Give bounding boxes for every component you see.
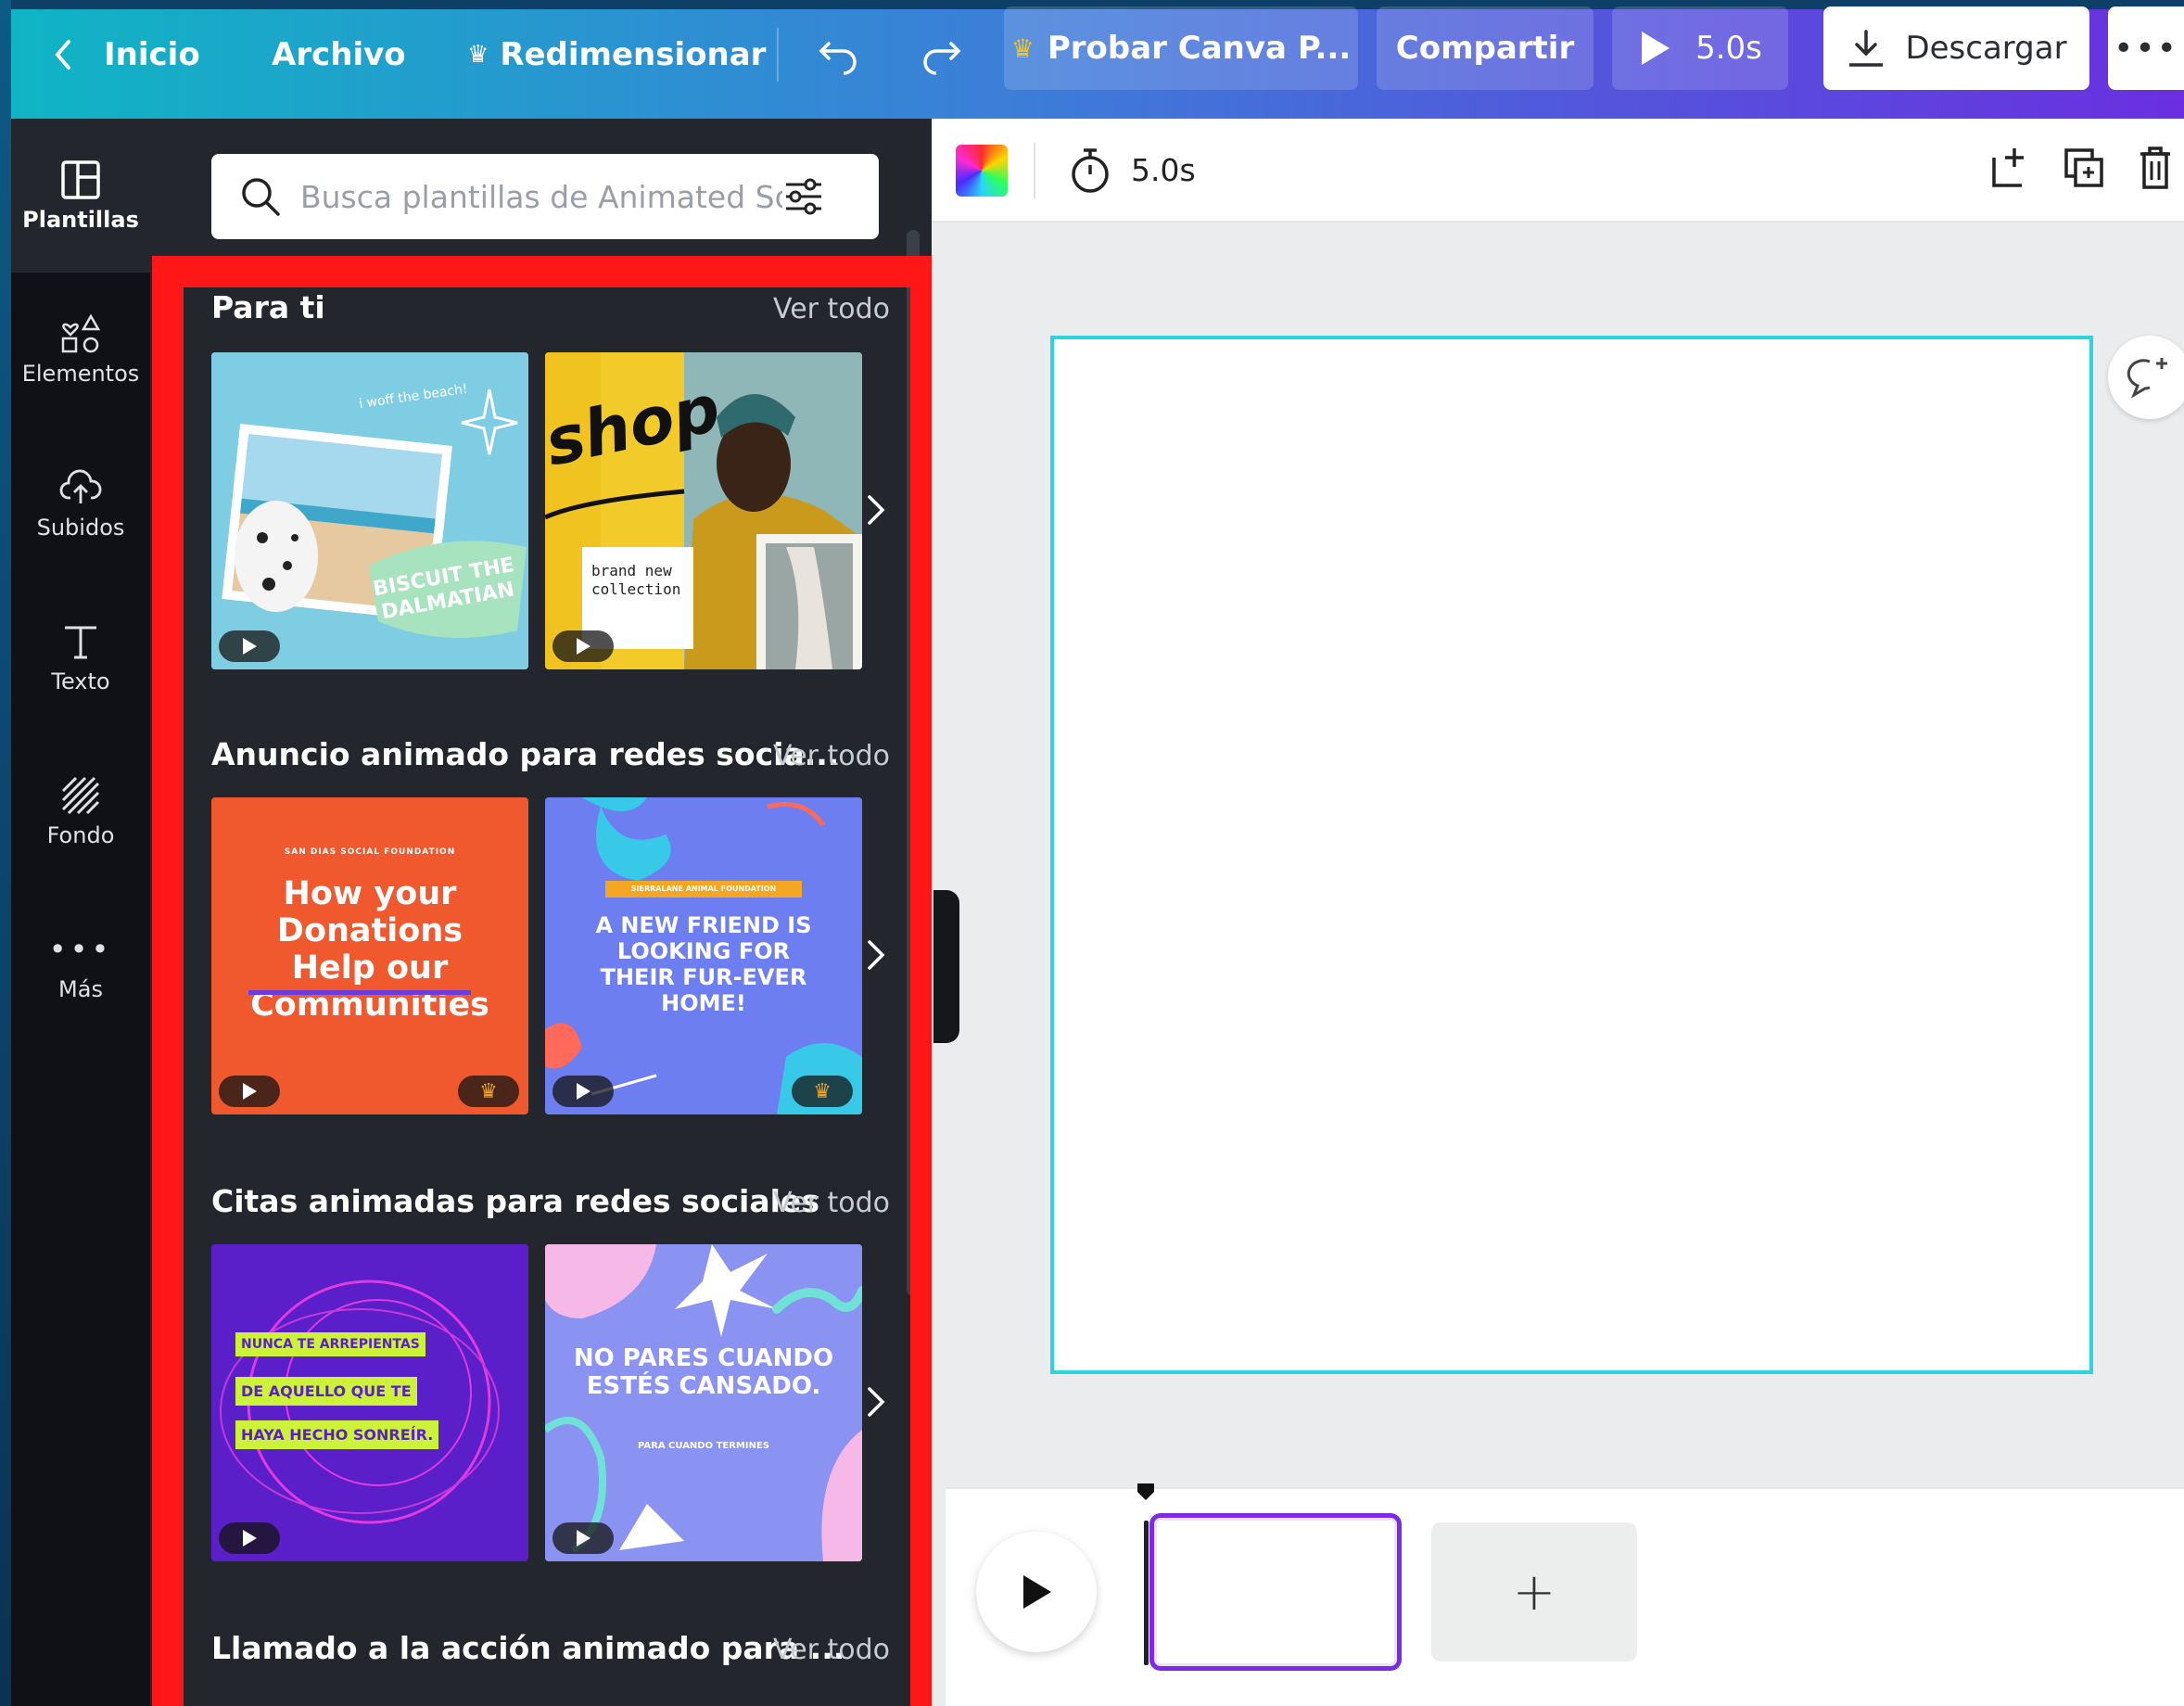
download-icon: [1849, 30, 1884, 67]
sidebar-item-label: Plantillas: [22, 207, 139, 233]
file-label: Archivo: [272, 36, 406, 73]
more-icon: •••: [48, 932, 113, 967]
more-options-button[interactable]: •••: [2108, 6, 2184, 90]
timeline-play-button[interactable]: [976, 1532, 1097, 1652]
sidebar-item-label: Subidos: [36, 515, 125, 541]
comment-plus-icon: [2127, 358, 2167, 399]
redo-button[interactable]: [918, 0, 964, 109]
upload-cloud-icon: [59, 469, 102, 503]
delete-page-icon[interactable]: [2137, 145, 2174, 191]
redo-icon: [923, 42, 961, 75]
play-duration: 5.0s: [1695, 30, 1762, 67]
download-button[interactable]: Descargar: [1823, 6, 2089, 90]
templates-icon: [61, 160, 100, 199]
home-button[interactable]: Inicio: [50, 0, 200, 109]
file-menu-button[interactable]: Archivo: [272, 0, 406, 109]
resize-label: Redimensionar: [500, 36, 767, 73]
search-icon: [242, 178, 280, 216]
sidebar-item-more[interactable]: ••• Más: [11, 888, 150, 1042]
duration-label[interactable]: 5.0s: [1131, 152, 1196, 188]
crown-icon: ♛: [1010, 32, 1035, 64]
sidebar-item-text[interactable]: Texto: [11, 580, 150, 734]
panel-collapse-handle[interactable]: [933, 890, 959, 1043]
chevron-left-icon: [55, 40, 70, 70]
sidebar-item-label: Elementos: [21, 361, 140, 387]
undo-icon: [819, 42, 857, 75]
share-label: Compartir: [1395, 30, 1575, 67]
sidebar-item-background[interactable]: Fondo: [11, 734, 150, 888]
duplicate-page-icon[interactable]: [2063, 146, 2105, 191]
sidebar-item-templates[interactable]: Plantillas: [11, 119, 150, 273]
sidebar-item-uploads[interactable]: Subidos: [11, 426, 150, 580]
timer-icon[interactable]: [1067, 146, 1113, 195]
sidebar-item-label: Más: [58, 976, 103, 1002]
background-icon: [61, 776, 100, 815]
highlight-box: [152, 256, 942, 1706]
color-picker-button[interactable]: [956, 145, 1008, 197]
add-page-button[interactable]: +: [1431, 1522, 1637, 1661]
undo-button[interactable]: [816, 0, 862, 109]
play-icon: [1642, 32, 1670, 65]
design-canvas[interactable]: [1050, 336, 2093, 1374]
divider: [777, 28, 779, 82]
add-comment-button[interactable]: [2108, 336, 2184, 419]
sidebar-item-label: Texto: [51, 668, 110, 694]
editor-toolbar: 5.0s: [932, 119, 2184, 223]
resize-button[interactable]: ♛ Redimensionar: [467, 0, 766, 109]
try-pro-label: Probar Canva P...: [1047, 30, 1352, 67]
play-preview-button[interactable]: 5.0s: [1612, 6, 1788, 90]
try-pro-button[interactable]: ♛ Probar Canva P...: [1004, 6, 1358, 90]
page-thumbnail[interactable]: [1149, 1513, 1402, 1671]
add-page-icon[interactable]: [1988, 145, 2031, 191]
download-label: Descargar: [1905, 30, 2067, 67]
text-icon: [65, 626, 96, 659]
share-button[interactable]: Compartir: [1377, 6, 1594, 90]
more-icon: •••: [2114, 29, 2178, 68]
add-page-label: +: [1512, 1561, 1556, 1623]
play-icon: [1023, 1575, 1051, 1609]
search-input[interactable]: [300, 178, 782, 215]
playhead-line: [1144, 1521, 1149, 1665]
crown-icon: ♛: [467, 41, 489, 69]
sidebar-item-label: Fondo: [46, 822, 115, 848]
sidebar-item-elements[interactable]: Elementos: [11, 273, 150, 426]
home-label: Inicio: [104, 36, 200, 73]
elements-icon: [61, 313, 101, 353]
divider: [1034, 143, 1035, 198]
filter-icon[interactable]: [782, 175, 825, 218]
search-bar: [211, 154, 879, 239]
